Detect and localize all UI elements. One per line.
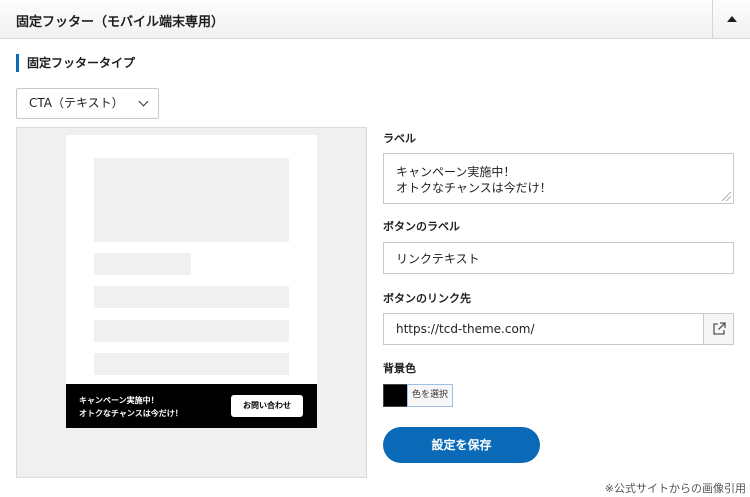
preview-footer-button: お問い合わせ xyxy=(231,395,303,417)
preview-footer-bar: キャンペーン実施中！ オトクなチャンスは今だけ！ お問い合わせ xyxy=(66,384,317,428)
button-label-field-title: ボタンのラベル xyxy=(383,220,460,233)
placeholder-line xyxy=(94,353,289,375)
save-settings-button[interactable]: 設定を保存 xyxy=(383,427,540,463)
caret-up-icon xyxy=(726,16,737,22)
open-link-button[interactable] xyxy=(703,313,734,345)
phone-mockup: キャンペーン実施中！ オトクなチャンスは今だけ！ お問い合わせ xyxy=(66,135,317,428)
button-label-input[interactable] xyxy=(383,242,734,274)
panel-header: 固定フッター（モバイル端末専用） xyxy=(0,0,750,39)
placeholder-line xyxy=(94,286,289,308)
section-heading: 固定フッタータイプ xyxy=(16,54,135,72)
image-credit: ※公式サイトからの画像引用 xyxy=(604,482,746,495)
placeholder-hero xyxy=(94,158,289,242)
button-link-input[interactable] xyxy=(383,313,703,345)
label-field-title: ラベル xyxy=(383,132,416,145)
chevron-down-icon xyxy=(138,96,149,107)
resize-handle-icon[interactable] xyxy=(722,192,731,201)
collapse-button[interactable] xyxy=(712,0,750,38)
placeholder-line xyxy=(94,320,289,342)
placeholder-line xyxy=(94,253,191,275)
panel-title: 固定フッター（モバイル端末専用） xyxy=(16,15,225,30)
footer-type-select[interactable]: CTA（テキスト） xyxy=(16,88,159,119)
preview-footer-label: キャンペーン実施中！ オトクなチャンスは今だけ！ xyxy=(79,396,183,418)
external-link-icon xyxy=(712,322,726,335)
background-color-field-title: 背景色 xyxy=(383,362,416,375)
footer-preview: キャンペーン実施中！ オトクなチャンスは今だけ！ お問い合わせ xyxy=(16,127,367,478)
footer-type-value: CTA（テキスト） xyxy=(29,96,124,110)
select-color-button[interactable]: 色を選択 xyxy=(407,384,453,407)
color-swatch[interactable] xyxy=(383,384,408,407)
label-textarea[interactable]: キャンペーン実施中！ オトクなチャンスは今だけ！ xyxy=(383,153,734,204)
button-link-field-title: ボタンのリンク先 xyxy=(383,292,471,305)
